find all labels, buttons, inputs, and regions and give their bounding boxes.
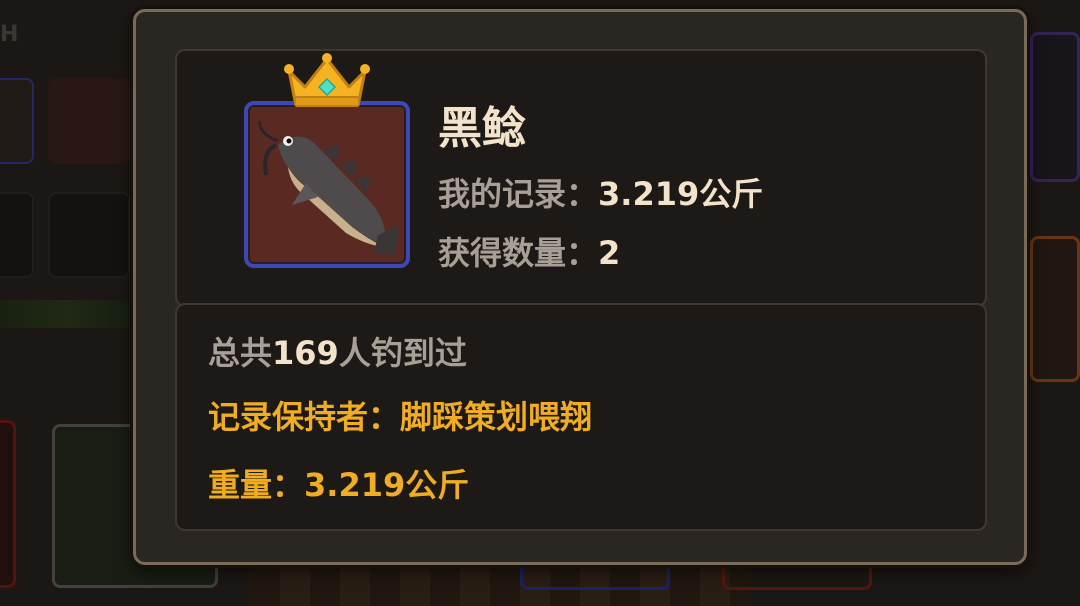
bg-tile-strip xyxy=(250,560,750,606)
catch-count-label: 获得数量： xyxy=(438,234,599,272)
bg-grass-strip xyxy=(0,300,130,328)
section-letter: H xyxy=(0,22,19,47)
bg-red-slot[interactable] xyxy=(0,420,16,588)
record-weight-value: 3.219公斤 xyxy=(304,466,470,504)
total-prefix: 总共 xyxy=(208,334,273,372)
my-record-row: 我的记录：3.219公斤 xyxy=(438,170,763,218)
total-catchers-row: 总共169人钓到过 xyxy=(208,329,467,377)
total-suffix: 人钓到过 xyxy=(338,334,467,372)
record-weight-row: 重量：3.219公斤 xyxy=(208,461,469,509)
bg-fish-slot[interactable] xyxy=(0,78,34,164)
bg-empty-slot[interactable] xyxy=(0,192,34,278)
record-holder-name: 脚踩策划喂翔 xyxy=(400,398,593,436)
my-record-label: 我的记录： xyxy=(438,175,599,213)
bg-frog-slot[interactable] xyxy=(48,78,130,164)
total-value: 169 xyxy=(272,334,339,372)
record-holder-label: 记录保持者： xyxy=(208,398,401,436)
catch-count-row: 获得数量：2 xyxy=(438,229,620,277)
fish-portrait-frame xyxy=(244,101,410,268)
bg-purple-slot[interactable] xyxy=(1030,32,1080,182)
record-weight-label: 重量： xyxy=(208,466,305,504)
fish-name: 黑鲶 xyxy=(438,103,526,154)
bg-empty-slot[interactable] xyxy=(48,192,130,278)
catfish-icon xyxy=(258,120,398,255)
record-holder-row: 记录保持者：脚踩策划喂翔 xyxy=(208,393,592,441)
crown-icon xyxy=(284,53,370,107)
my-record-value: 3.219公斤 xyxy=(598,175,764,213)
bg-orange-slot[interactable] xyxy=(1030,236,1080,382)
catch-count-value: 2 xyxy=(598,234,621,272)
